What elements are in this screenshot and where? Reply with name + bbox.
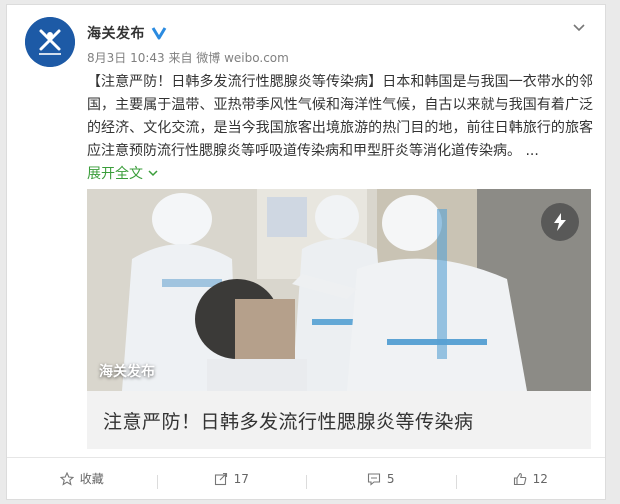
expand-full-text-link[interactable]: 展开全文 (87, 163, 158, 183)
weibo-post-card: 海关发布 8月3日 10:43 来自 微博 weibo.com 【注意严防！日韩… (6, 4, 606, 500)
expand-label: 展开全文 (87, 166, 143, 182)
comment-button[interactable]: 5 (306, 471, 456, 489)
favorite-label: 收藏 (79, 472, 104, 486)
post-header: 海关发布 (87, 23, 167, 43)
post-meta: 8月3日 10:43 来自 微博 weibo.com (87, 51, 289, 65)
like-button[interactable]: 12 (455, 471, 606, 489)
post-text: 【注意严防！日韩多发流行性腮腺炎等传染病】日本和韩国是与我国一衣带水的邻国，主要… (87, 74, 593, 159)
share-icon (214, 472, 227, 485)
like-count: 12 (532, 471, 548, 486)
repost-button[interactable]: 17 (156, 471, 307, 489)
chevron-down-icon[interactable] (571, 19, 587, 35)
verified-icon (151, 25, 167, 41)
lightning-button[interactable] (541, 203, 579, 241)
lightning-icon (554, 213, 566, 231)
repost-count: 17 (233, 471, 249, 486)
thumbs-up-icon (513, 472, 526, 485)
media-watermark: 海关发布 (99, 364, 155, 380)
comment-icon (367, 472, 380, 486)
article-card[interactable]: 注意严防！日韩多发流行性腮腺炎等传染病 (87, 391, 591, 449)
action-bar: 收藏 17 5 12 (7, 457, 605, 499)
chevron-down-icon (148, 170, 158, 177)
favorite-button[interactable]: 收藏 (7, 470, 157, 487)
article-title: 注意严防！日韩多发流行性腮腺炎等传染病 (103, 410, 474, 433)
medical-workers-photo (87, 189, 591, 391)
star-icon (59, 471, 74, 486)
avatar[interactable] (25, 17, 75, 67)
customs-emblem-icon (25, 17, 75, 67)
post-image[interactable]: 海关发布 (87, 189, 591, 391)
comment-count: 5 (386, 471, 395, 486)
username[interactable]: 海关发布 (87, 23, 145, 43)
